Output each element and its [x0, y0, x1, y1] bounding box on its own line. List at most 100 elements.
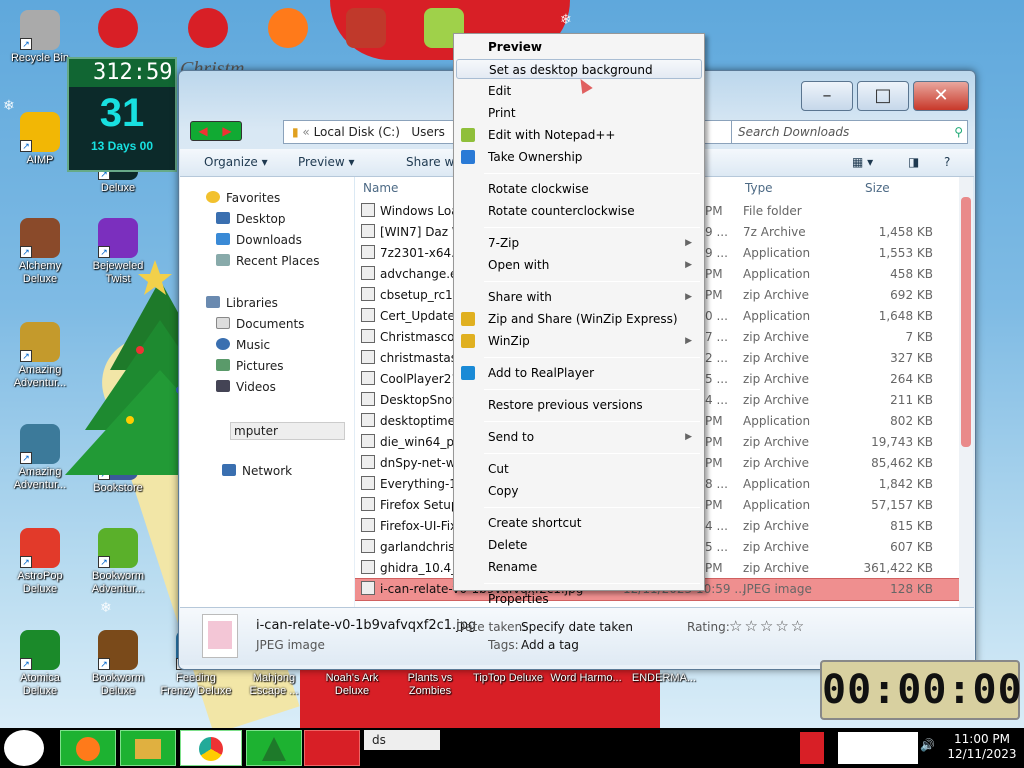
file-size: 264 KB [890, 372, 933, 386]
nav-pictures[interactable]: Pictures [216, 359, 284, 373]
file-date: 7 ... [705, 330, 728, 344]
nav-favorites[interactable]: Favorites [206, 191, 280, 205]
file-type: Application [743, 414, 811, 428]
date-taken-value[interactable]: Specify date taken [521, 620, 633, 634]
file-size: 327 KB [890, 351, 933, 365]
back-forward-buttons[interactable]: ◀ ▶ [190, 121, 242, 141]
menu-item-label: Share with [488, 290, 552, 304]
nav-desktop[interactable]: Desktop [216, 212, 286, 226]
app-icon: ↗ [98, 630, 138, 670]
menu-item[interactable]: 7-Zip ▶ [456, 233, 702, 253]
start-button-santa-icon[interactable] [4, 730, 44, 766]
nav-recent-places[interactable]: Recent Places [216, 254, 319, 268]
menu-item[interactable]: Add to RealPlayer [456, 363, 702, 383]
desktop-icon-bug[interactable] [170, 8, 246, 50]
nav-music[interactable]: Music [216, 338, 270, 352]
file-type: zip Archive [743, 540, 809, 554]
nav-documents[interactable]: Documents [216, 317, 304, 331]
desktop-icon[interactable]: ↗ Atomica Deluxe [2, 630, 78, 698]
taskbar-firefox[interactable] [60, 730, 116, 766]
menu-separator [484, 281, 700, 282]
tray-icons[interactable] [838, 732, 918, 764]
chrome-icon [199, 737, 223, 761]
menu-item[interactable]: Rotate counterclockwise [456, 201, 702, 221]
gadget-day: 31 [99, 91, 145, 135]
network-icon [222, 464, 236, 476]
desktop-icon-firefox[interactable] [250, 8, 326, 50]
search-input[interactable]: Search Downloads ⚲ [731, 120, 968, 144]
menu-item-label: Delete [488, 538, 528, 552]
column-name[interactable]: Name [363, 181, 398, 195]
vertical-scrollbar[interactable] [959, 177, 973, 607]
menu-item[interactable]: Delete [456, 535, 702, 555]
minimize-button[interactable]: – [801, 81, 853, 111]
taskbar-chrome[interactable] [180, 730, 242, 766]
app-icon: ↗ [20, 322, 60, 362]
tray-red-icon[interactable] [800, 732, 824, 764]
menu-item[interactable]: Take Ownership [456, 147, 702, 167]
file-icon [361, 266, 375, 280]
menu-item[interactable]: Edit with Notepad++ [456, 125, 702, 145]
close-button[interactable]: ✕ [913, 81, 969, 111]
menu-item[interactable]: Send to ▶ [456, 427, 702, 447]
shortcut-arrow-icon: ↗ [98, 556, 110, 568]
menu-item-label: Edit with Notepad++ [488, 128, 616, 142]
tags-value[interactable]: Add a tag [521, 638, 579, 652]
menu-item[interactable]: Rotate clockwise [456, 179, 702, 199]
desktop-icon[interactable]: ↗ AstroPop Deluxe [2, 528, 78, 596]
menu-item[interactable]: Print [456, 103, 702, 123]
nav-network[interactable]: Network [222, 464, 292, 478]
file-type: Application [743, 246, 811, 260]
desktop-icon[interactable]: ↗ Bookworm Adventur... [80, 528, 156, 596]
rating-stars[interactable]: ☆☆☆☆☆ [729, 617, 806, 635]
organize-button[interactable]: Organize ▾ [204, 155, 268, 169]
help-icon[interactable]: ? [944, 155, 950, 169]
taskbar-explorer[interactable] [120, 730, 176, 766]
menu-item[interactable]: Copy [456, 481, 702, 501]
menu-item[interactable]: Restore previous versions [456, 395, 702, 415]
file-type: zip Archive [743, 372, 809, 386]
submenu-arrow-icon: ▶ [685, 336, 692, 346]
menu-item[interactable]: Share with ▶ [456, 287, 702, 307]
forward-icon[interactable]: ▶ [215, 122, 239, 140]
menu-item[interactable]: Set as desktop background [456, 59, 702, 79]
maximize-button[interactable]: □ [857, 81, 909, 111]
menu-item[interactable]: Properties [456, 589, 702, 609]
file-name: cbsetup_rc1.z [380, 288, 461, 302]
nav-downloads[interactable]: Downloads [216, 233, 302, 247]
file-type: File folder [743, 204, 802, 218]
game-icon [98, 8, 138, 48]
firefox-icon [76, 737, 100, 761]
nav-computer[interactable]: mputer [230, 422, 345, 440]
taskbar-red-button[interactable] [304, 730, 360, 766]
scroll-thumb[interactable] [961, 197, 971, 447]
nav-libraries[interactable]: Libraries [206, 296, 278, 310]
tray-clock[interactable]: 11:00 PM 12/11/2023 [940, 732, 1024, 768]
preview-pane-icon[interactable]: ◨ [908, 155, 919, 169]
desktop-icon-shrine[interactable] [328, 8, 404, 50]
column-size[interactable]: Size [865, 181, 890, 195]
nav-videos[interactable]: Videos [216, 380, 276, 394]
menu-item-label: Cut [488, 462, 509, 476]
menu-item[interactable]: Cut [456, 459, 702, 479]
taskbar-tree[interactable] [246, 730, 302, 766]
address-segment[interactable]: Users [411, 125, 445, 139]
menu-item[interactable]: Zip and Share (WinZip Express) [456, 309, 702, 329]
address-segment[interactable]: Local Disk (C:) [314, 125, 400, 139]
menu-item[interactable]: Open with ▶ [456, 255, 702, 275]
search-icon[interactable]: ⚲ [954, 121, 963, 143]
menu-item[interactable]: Create shortcut [456, 513, 702, 533]
back-icon[interactable]: ◀ [191, 122, 215, 140]
menu-item[interactable]: Rename [456, 557, 702, 577]
menu-item[interactable]: Preview [456, 37, 702, 57]
desktop-icon-2[interactable] [80, 8, 156, 50]
taskbar-item[interactable]: ds [364, 730, 440, 750]
preview-button[interactable]: Preview ▾ [298, 155, 355, 169]
view-options-icon[interactable]: ▦ ▾ [852, 155, 873, 169]
column-type[interactable]: Type [745, 181, 773, 195]
file-date: PM [705, 267, 723, 281]
desktop-icon[interactable]: ↗ Bookworm Deluxe [80, 630, 156, 698]
file-size: 1,648 KB [878, 309, 933, 323]
volume-icon[interactable]: 🔊 [920, 738, 935, 752]
menu-item[interactable]: WinZip ▶ [456, 331, 702, 351]
